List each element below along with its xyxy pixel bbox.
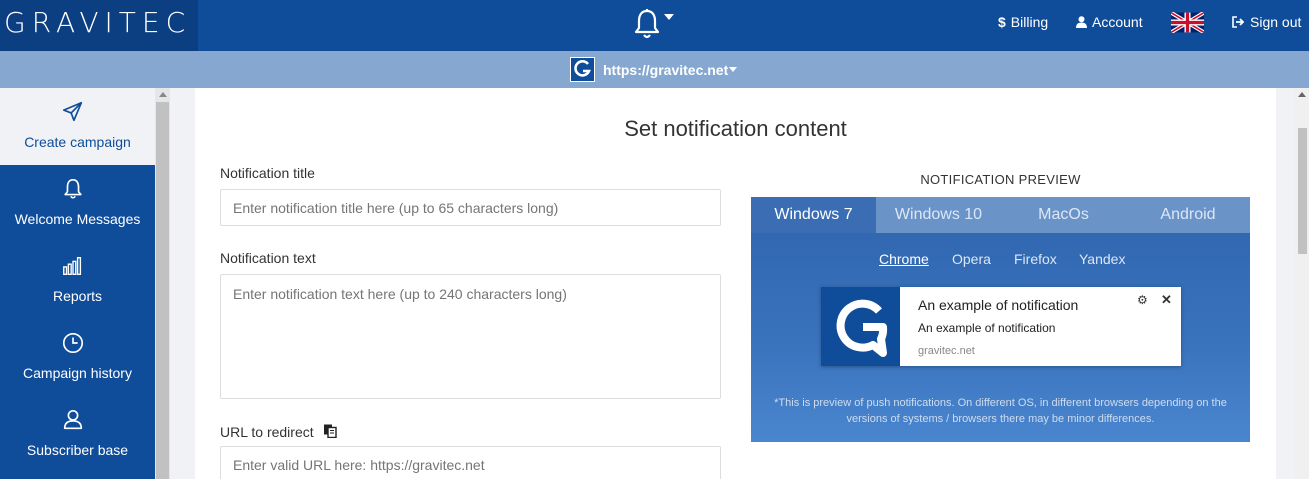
sidebar-scrollbar[interactable] — [155, 88, 170, 479]
notification-title-input[interactable] — [220, 189, 721, 226]
scrollbar-thumb[interactable] — [156, 102, 169, 479]
account-label: Account — [1092, 14, 1143, 30]
gravitec-g-icon — [821, 287, 900, 366]
gravitec-g-icon — [570, 57, 595, 82]
billing-link[interactable]: $ Billing — [998, 14, 1048, 30]
sidebar-item-label: Create campaign — [24, 134, 131, 150]
site-url-selector[interactable]: https://gravitec.net — [603, 62, 728, 78]
notification-text-input[interactable] — [220, 274, 721, 399]
sidebar-item-welcome-messages[interactable]: Welcome Messages — [0, 165, 155, 242]
tab-yandex[interactable]: Yandex — [1079, 251, 1125, 267]
paper-plane-icon — [62, 101, 83, 122]
scroll-up-icon[interactable] — [1298, 92, 1306, 97]
notification-text-label: Notification text — [220, 250, 316, 266]
tab-chrome[interactable]: Chrome — [879, 251, 929, 267]
sidebar-item-subscriber-base[interactable]: Subscriber base — [0, 396, 155, 473]
bar-chart-icon — [63, 257, 82, 275]
tab-firefox[interactable]: Firefox — [1014, 251, 1057, 267]
billing-label: Billing — [1010, 14, 1049, 30]
preview-title: NOTIFICATION PREVIEW — [920, 172, 1081, 187]
sidebar-item-label: Campaign history — [23, 365, 132, 381]
url-redirect-label: URL to redirect — [220, 424, 314, 440]
page-scrollbar[interactable] — [1294, 88, 1309, 479]
dollar-icon: $ — [998, 14, 1006, 30]
sidebar-item-reports[interactable]: Reports — [0, 242, 155, 319]
uk-flag-icon[interactable] — [1170, 10, 1205, 35]
user-icon — [1076, 16, 1087, 28]
users-icon — [63, 409, 83, 430]
logo[interactable]: GRAVITEC — [0, 0, 198, 51]
tab-macos[interactable]: MacOs — [1001, 197, 1126, 233]
tab-android[interactable]: Android — [1126, 197, 1250, 233]
clock-icon — [62, 332, 84, 354]
notification-text: An example of notification — [918, 321, 1056, 335]
sidebar-item-label: Welcome Messages — [14, 211, 141, 227]
notification-title-label: Notification title — [220, 165, 315, 181]
sidebar-item-label: Subscriber base — [26, 442, 129, 458]
sign-out-icon — [1232, 16, 1245, 28]
sidebar-item-campaign-history[interactable]: Campaign history — [0, 319, 155, 396]
scroll-up-icon[interactable] — [159, 92, 167, 97]
sign-out-link[interactable]: Sign out — [1232, 14, 1301, 30]
logo-text: GRAVITEC — [4, 6, 192, 39]
gear-icon[interactable]: ⚙ — [1137, 293, 1148, 307]
sign-out-label: Sign out — [1250, 14, 1302, 30]
sidebar-item-label: Reports — [52, 288, 103, 304]
notification-title: An example of notification — [918, 297, 1079, 313]
scrollbar-thumb[interactable] — [1298, 128, 1307, 254]
bell-icon[interactable] — [632, 8, 662, 45]
close-icon[interactable]: ✕ — [1161, 292, 1172, 308]
notification-url: gravitec.net — [918, 345, 975, 357]
tab-opera[interactable]: Opera — [952, 251, 991, 267]
preview-disclaimer: *This is preview of push notifications. … — [774, 397, 1227, 425]
bell-icon — [64, 178, 82, 199]
chevron-down-icon[interactable] — [729, 67, 737, 72]
sidebar-item-create-campaign[interactable]: Create campaign — [0, 88, 155, 165]
chevron-down-icon[interactable] — [664, 14, 674, 20]
page-title: Set notification content — [624, 116, 847, 141]
account-link[interactable]: Account — [1076, 14, 1143, 30]
url-redirect-input[interactable] — [220, 446, 721, 479]
tab-windows-10[interactable]: Windows 10 — [876, 197, 1001, 233]
copy-icon[interactable] — [323, 424, 337, 438]
tab-windows-7[interactable]: Windows 7 — [751, 197, 876, 233]
